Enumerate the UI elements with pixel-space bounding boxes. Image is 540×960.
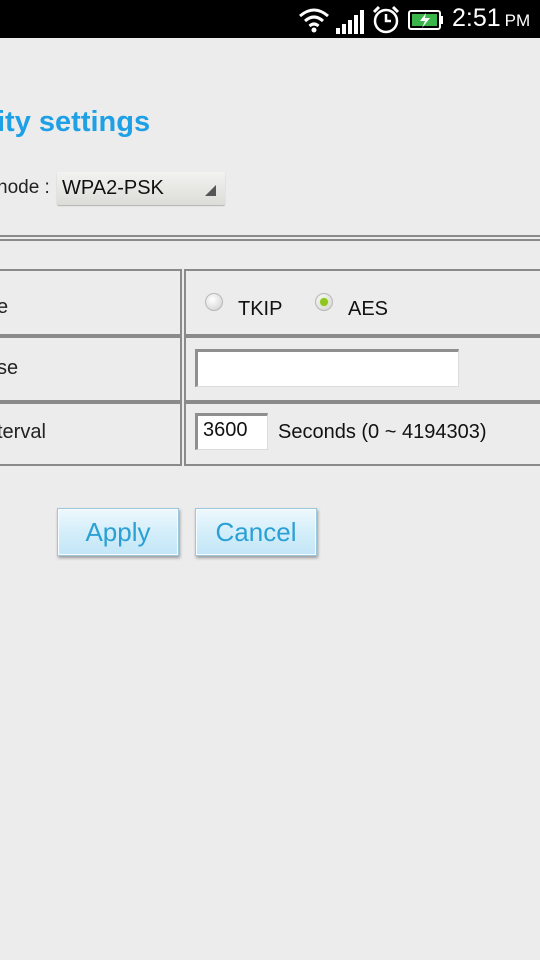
clock-ampm: PM <box>504 11 531 30</box>
battery-charging-icon <box>408 10 443 30</box>
passphrase-row-label: se <box>0 357 19 379</box>
section-divider <box>0 235 540 237</box>
passphrase-input[interactable] <box>195 349 459 387</box>
cipher-row-label: e <box>0 296 9 318</box>
cancel-button[interactable]: Cancel <box>195 508 317 556</box>
signal-icon <box>336 10 364 34</box>
wifi-icon <box>299 8 329 33</box>
security-mode-label: node : <box>0 177 50 198</box>
aes-radio[interactable] <box>315 293 333 311</box>
interval-input[interactable]: 3600 <box>195 413 268 450</box>
alarm-icon <box>372 5 400 34</box>
security-mode-value: WPA2-PSK <box>62 177 164 199</box>
clock-time: 2:51 <box>452 4 501 32</box>
table-cell-label <box>0 336 182 402</box>
interval-row-label: terval <box>0 421 46 443</box>
status-bar: 2:51 PM <box>0 0 540 38</box>
dropdown-arrow-icon <box>205 185 216 196</box>
table-cell-label <box>0 269 182 336</box>
page-title: ity settings <box>0 106 151 138</box>
apply-button[interactable]: Apply <box>57 508 179 556</box>
security-mode-select[interactable]: WPA2-PSK <box>57 172 225 205</box>
tkip-radio[interactable] <box>205 293 223 311</box>
aes-radio-label: AES <box>348 298 389 320</box>
section-divider <box>0 239 540 241</box>
tkip-radio-label: TKIP <box>238 298 283 320</box>
clock: 2:51 PM <box>452 4 530 33</box>
interval-unit-label: Seconds (0 ~ 4194303) <box>278 421 487 443</box>
